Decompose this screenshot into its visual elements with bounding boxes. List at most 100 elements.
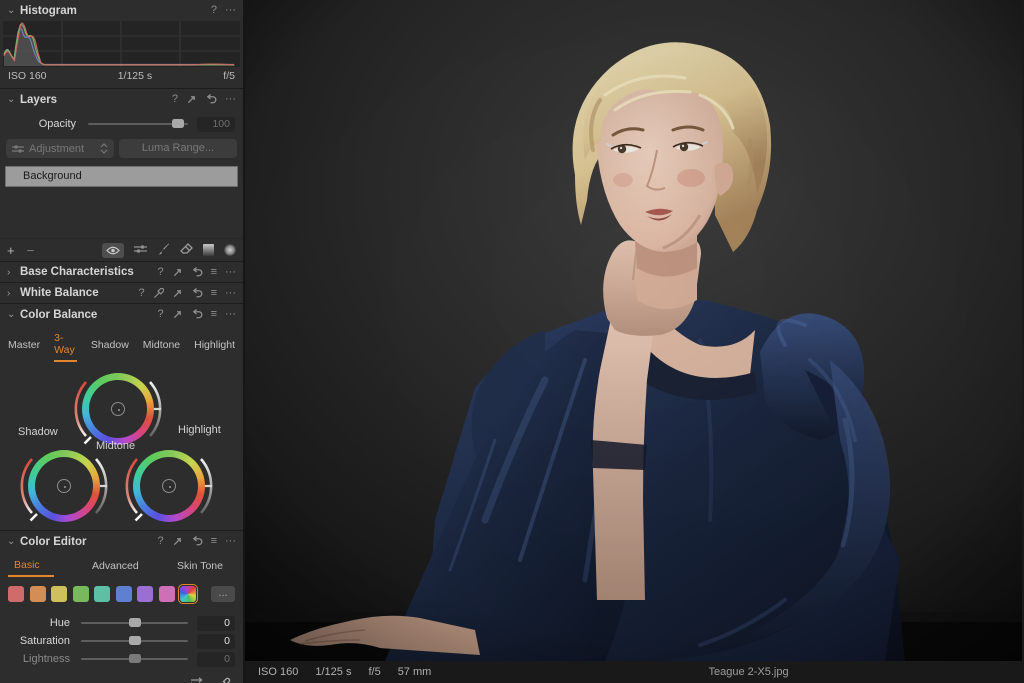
white-balance-header[interactable]: › White Balance ? ≡ ··· xyxy=(0,283,243,303)
viewer-status-bar: ISO 160 1/125 s f/5 57 mm Teague 2-X5.jp… xyxy=(245,661,1024,683)
chevron-down-icon[interactable]: ⌄ xyxy=(7,94,18,105)
swatch-yellow[interactable] xyxy=(51,586,67,602)
photo-canvas[interactable] xyxy=(245,0,1022,661)
copy-adjustments-icon[interactable] xyxy=(186,94,197,105)
luma-range-button[interactable]: Luma Range... xyxy=(119,139,237,158)
chevron-right-icon[interactable]: › xyxy=(7,288,18,299)
tab-advanced[interactable]: Advanced xyxy=(92,558,139,576)
shadow-color-wheel[interactable] xyxy=(12,443,116,529)
reset-icon[interactable] xyxy=(191,309,203,320)
hue-slider-label: Hue xyxy=(8,617,70,629)
swatch-blue[interactable] xyxy=(116,586,132,602)
color-editor-tabs: Basic Advanced Skin Tone xyxy=(0,552,243,577)
hue-slider[interactable] xyxy=(81,622,188,624)
wheel-crosshair[interactable] xyxy=(111,402,125,416)
visibility-toggle-button[interactable] xyxy=(102,243,124,258)
help-icon[interactable]: ? xyxy=(211,5,217,16)
more-icon[interactable]: ··· xyxy=(225,5,236,16)
histogram-header[interactable]: ⌄ Histogram ? ··· xyxy=(0,0,243,21)
more-icon[interactable]: ··· xyxy=(225,94,236,105)
adjustment-dropdown[interactable]: Adjustment xyxy=(6,139,114,158)
tab-highlight[interactable]: Highlight xyxy=(194,337,235,355)
color-editor-header[interactable]: ⌄ Color Editor ? ≡ ··· xyxy=(0,531,243,552)
more-icon[interactable]: ··· xyxy=(225,536,236,547)
presets-menu-icon[interactable]: ≡ xyxy=(211,309,217,320)
copy-adjustments-icon[interactable] xyxy=(172,288,183,299)
chevron-down-icon[interactable]: ⌄ xyxy=(7,536,18,547)
copy-adjustments-icon[interactable] xyxy=(172,536,183,547)
color-range-swatches: ... xyxy=(0,577,243,606)
lightness-slider[interactable] xyxy=(81,658,188,660)
copy-adjustments-icon[interactable] xyxy=(172,267,183,278)
help-icon[interactable]: ? xyxy=(157,267,163,278)
tab-midtone[interactable]: Midtone xyxy=(143,337,180,355)
eraser-icon[interactable] xyxy=(180,243,193,258)
more-icon[interactable]: ··· xyxy=(225,309,236,320)
reset-icon[interactable] xyxy=(191,288,203,299)
swatch-magenta[interactable] xyxy=(159,586,175,602)
tab-shadow[interactable]: Shadow xyxy=(91,337,129,355)
swatch-more-button[interactable]: ... xyxy=(211,586,235,602)
saturation-slider[interactable] xyxy=(81,640,188,642)
saturation-value[interactable]: 0 xyxy=(197,634,235,649)
background-layer-item[interactable]: Background xyxy=(5,166,238,187)
mask-options-icon[interactable] xyxy=(134,244,147,257)
chevron-down-icon[interactable]: ⌄ xyxy=(7,309,18,320)
white-balance-panel: › White Balance ? ≡ ··· xyxy=(0,283,243,304)
tab-3-way[interactable]: 3-Way xyxy=(54,330,77,362)
help-icon[interactable]: ? xyxy=(157,309,163,320)
swatch-teal[interactable] xyxy=(94,586,110,602)
tab-skin-tone[interactable]: Skin Tone xyxy=(177,558,223,576)
swatch-red[interactable] xyxy=(8,586,24,602)
presets-menu-icon[interactable]: ≡ xyxy=(211,267,217,278)
linear-gradient-mask-icon[interactable] xyxy=(203,244,214,256)
histogram-panel: ⌄ Histogram ? ··· xyxy=(0,0,243,89)
hue-slider-handle[interactable] xyxy=(129,618,141,627)
opacity-value[interactable]: 100 xyxy=(197,117,235,132)
swatch-all-colors[interactable] xyxy=(180,586,196,602)
color-balance-header[interactable]: ⌄ Color Balance ? ≡ ··· xyxy=(0,304,243,325)
eyedropper-icon[interactable] xyxy=(153,288,164,299)
reset-icon[interactable] xyxy=(205,94,217,105)
more-icon[interactable]: ··· xyxy=(225,288,236,299)
swap-ranges-icon[interactable] xyxy=(188,677,203,683)
brush-icon[interactable] xyxy=(157,242,170,258)
lightness-slider-label: Lightness xyxy=(8,653,70,665)
layers-header[interactable]: ⌄ Layers ? ··· xyxy=(0,89,243,110)
tab-basic[interactable]: Basic xyxy=(8,557,54,577)
wheel-crosshair[interactable] xyxy=(57,479,71,493)
opacity-slider[interactable] xyxy=(88,123,188,125)
reset-icon[interactable] xyxy=(191,267,203,278)
lightness-value[interactable]: 0 xyxy=(197,652,235,667)
swatch-orange[interactable] xyxy=(30,586,46,602)
chevron-right-icon[interactable]: › xyxy=(7,267,18,278)
tab-master[interactable]: Master xyxy=(8,337,40,355)
copy-adjustments-icon[interactable] xyxy=(172,309,183,320)
exif-row: ISO 160 1/125 s f/5 xyxy=(0,67,243,88)
help-icon[interactable]: ? xyxy=(157,536,163,547)
adjustment-dropdown-label: Adjustment xyxy=(29,143,84,155)
adjustment-sliders-icon xyxy=(12,144,24,154)
highlight-color-wheel[interactable] xyxy=(117,443,221,529)
saturation-slider-handle[interactable] xyxy=(129,636,141,645)
wheel-crosshair[interactable] xyxy=(162,479,176,493)
radial-gradient-mask-icon[interactable] xyxy=(224,244,236,256)
base-characteristics-header[interactable]: › Base Characteristics ? ≡ ··· xyxy=(0,262,243,282)
chevron-down-icon[interactable]: ⌄ xyxy=(7,5,18,16)
presets-menu-icon[interactable]: ≡ xyxy=(211,536,217,547)
help-icon[interactable]: ? xyxy=(138,288,144,299)
panel-title: Color Editor xyxy=(20,536,86,548)
more-icon[interactable]: ··· xyxy=(225,267,236,278)
histogram-graph xyxy=(3,21,240,67)
add-layer-button[interactable]: + xyxy=(7,243,15,258)
swatch-green[interactable] xyxy=(73,586,89,602)
swatch-purple[interactable] xyxy=(137,586,153,602)
remove-layer-button[interactable]: − xyxy=(27,243,35,258)
lightness-slider-handle[interactable] xyxy=(129,654,141,663)
pick-color-eyedropper-icon[interactable] xyxy=(217,677,231,683)
help-icon[interactable]: ? xyxy=(172,94,178,105)
reset-icon[interactable] xyxy=(191,536,203,547)
opacity-slider-handle[interactable] xyxy=(172,119,184,128)
presets-menu-icon[interactable]: ≡ xyxy=(211,288,217,299)
hue-value[interactable]: 0 xyxy=(197,616,235,631)
